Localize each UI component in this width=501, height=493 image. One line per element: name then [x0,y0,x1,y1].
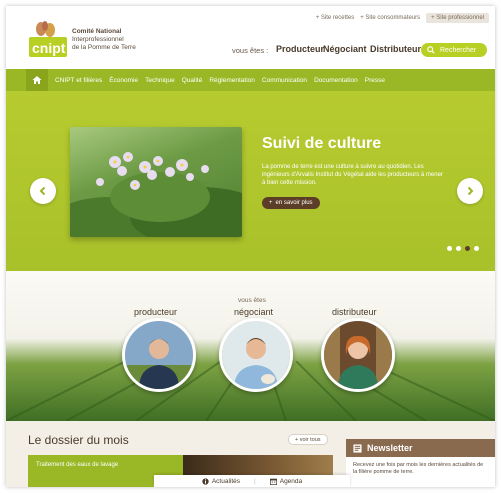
main-nav: CNIPT et filières Économie Technique Qua… [6,69,495,91]
hero-more-button[interactable]: + en savoir plus [262,197,320,209]
newsletter-text: Recevez une fois par mois les dernières … [353,462,484,475]
nav-item-reglementation[interactable]: Réglementation [209,77,255,84]
home-icon [32,76,42,84]
voir-tous-button[interactable]: + voir tous [288,434,328,445]
nav-item-qualite[interactable]: Qualité [182,77,203,84]
role-distributeur-link[interactable]: Distributeur [370,44,421,54]
plus-icon: + [269,200,273,206]
profile-negociant-photo[interactable] [219,318,293,392]
profile-distributeur-photo[interactable] [321,318,395,392]
nav-item-presse[interactable]: Presse [365,77,385,84]
search-button[interactable]: Rechercher [421,43,487,57]
slider-prev-button[interactable] [30,178,56,204]
role-negociant-link[interactable]: Négociant [323,44,367,54]
potato-flowers-image [70,127,242,237]
slider-dot[interactable] [474,246,479,251]
profile-label-negociant: négociant [234,307,274,317]
profiles-vous-etes: vous êtes [238,297,266,304]
hero-text: La pomme de terre est une culture à suiv… [262,164,443,186]
bottom-tabs-bar: Actualités | Agenda [154,475,350,487]
newsletter-icon [353,443,362,453]
nav-item-documentation[interactable]: Documentation [314,77,358,84]
profile-producteur-photo[interactable] [122,318,196,392]
profiles-section: vous êtes producteur négociant distribut… [6,271,495,421]
profile-label-producteur: producteur [134,307,178,317]
hero-title: Suivi de culture [262,135,382,152]
newsletter-header[interactable]: Newsletter [346,439,495,457]
top-links: + Site recettes + Site consommateurs + S… [316,13,489,23]
info-icon [202,477,209,485]
nav-home-button[interactable] [26,69,48,91]
logo-text: Comité National Interprofessionnel de la… [72,28,136,51]
hero-slider: Suivi de culture La pomme de terre est u… [6,91,495,271]
chevron-left-icon [39,186,46,196]
nav-item-communication[interactable]: Communication [262,77,307,84]
top-link-professionnel[interactable]: + Site professionnel [426,13,489,23]
top-link-recettes[interactable]: + Site recettes [316,15,355,23]
slider-dot[interactable] [447,246,452,251]
tab-agenda[interactable]: Agenda [269,478,302,485]
nav-item-economie[interactable]: Économie [109,77,138,84]
dossier-title: Le dossier du mois [28,433,129,447]
slider-dot[interactable] [456,246,461,251]
profile-label-distributeur: distributeur [332,307,377,317]
search-icon [427,46,435,54]
top-link-consommateurs[interactable]: + Site consommateurs [360,15,420,23]
slider-dot[interactable] [465,246,470,251]
slider-dots [447,246,479,251]
nav-item-cnipt[interactable]: CNIPT et filières [55,77,102,84]
newsletter-box: Newsletter Recevez une fois par mois les… [346,439,495,487]
page-frame: + Site recettes + Site consommateurs + S… [6,6,495,487]
cnipt-logo[interactable]: cnipt [28,20,68,58]
vous-etes-label: vous êtes : [232,46,269,55]
role-producteur-link[interactable]: Producteur [276,44,324,54]
svg-text:cnipt: cnipt [32,40,66,56]
tabs-divider: | [254,477,256,485]
slider-next-button[interactable] [457,178,483,204]
site-header: + Site recettes + Site consommateurs + S… [6,6,495,64]
calendar-icon [269,478,277,485]
tab-actualites[interactable]: Actualités [202,478,240,485]
chevron-right-icon [467,186,474,196]
nav-item-technique[interactable]: Technique [145,77,175,84]
